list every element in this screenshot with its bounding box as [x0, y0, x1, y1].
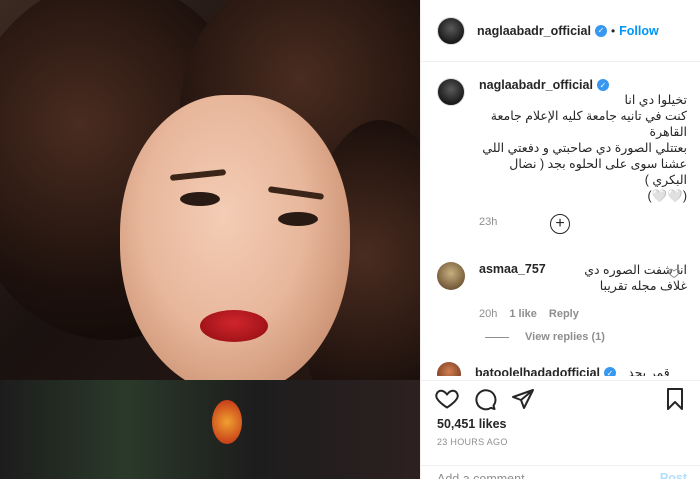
likes-count[interactable]: 50,451 likes	[437, 417, 507, 431]
caption: naglaabadr_official ✓ تخيلوا دي انا كنت …	[437, 78, 687, 228]
caption-avatar[interactable]	[437, 78, 465, 106]
replies-line	[485, 336, 509, 338]
caption-text: تخيلوا دي انا كنت في تانيه جامعة كليه ال…	[482, 93, 687, 203]
load-more-comments-button[interactable]: +	[550, 214, 570, 234]
avatar[interactable]	[437, 16, 465, 45]
view-replies-button[interactable]: View replies (1)	[485, 331, 605, 343]
author-username[interactable]: naglaabadr_official	[477, 24, 591, 38]
verified-icon: ✓	[594, 24, 607, 37]
comment-avatar[interactable]	[437, 262, 465, 290]
caption-username[interactable]: naglaabadr_official	[479, 78, 593, 92]
comment-like-heart-icon[interactable]	[668, 267, 680, 279]
post-header: naglaabadr_official ✓ • Follow	[421, 0, 700, 62]
comment: asmaa_757 انا شفت الصوره دي غلاف مجله تق…	[437, 262, 687, 320]
comment-meta: 20h 1 like Reply	[479, 308, 687, 320]
heart-icon[interactable]	[435, 387, 459, 411]
bookmark-icon[interactable]	[663, 387, 687, 411]
plus-icon: +	[555, 215, 565, 232]
photo-eye	[180, 192, 220, 206]
verified-icon: ✓	[604, 367, 617, 376]
share-icon[interactable]	[511, 387, 535, 411]
photo-eye	[278, 212, 318, 226]
comment-avatar[interactable]	[437, 362, 461, 376]
comment-likes[interactable]: 1 like	[509, 308, 537, 320]
photo-lips	[200, 310, 268, 342]
photo-earring	[212, 400, 242, 444]
add-comment-input[interactable]: Add a comment...	[421, 465, 700, 479]
comment-text: قمر بجد	[628, 366, 670, 376]
comment-icon[interactable]	[473, 387, 497, 411]
separator-dot: •	[610, 23, 616, 38]
post-side-panel: naglaabadr_official ✓ • Follow naglaabad…	[420, 0, 700, 479]
verified-icon: ✓	[596, 79, 609, 91]
photo-shirt	[0, 380, 420, 479]
reply-button[interactable]: Reply	[549, 308, 579, 320]
comment-username[interactable]: batoolelhadadofficial	[475, 366, 600, 376]
photo-face	[120, 95, 350, 395]
post-photo[interactable]	[0, 0, 420, 479]
action-bar: 50,451 likes 23 HOURS AGO Add a comment.…	[421, 380, 700, 479]
follow-button[interactable]: Follow	[619, 24, 659, 38]
view-replies-label: View replies (1)	[525, 331, 605, 343]
caption-time: 23h	[479, 216, 498, 228]
post-comment-button[interactable]: Post	[660, 471, 687, 479]
post-timestamp: 23 HOURS AGO	[437, 437, 508, 447]
comment: batoolelhadadofficial ✓ قمر بجد	[437, 362, 687, 376]
comment-username[interactable]: asmaa_757	[479, 262, 546, 276]
comment-time: 20h	[479, 308, 498, 320]
